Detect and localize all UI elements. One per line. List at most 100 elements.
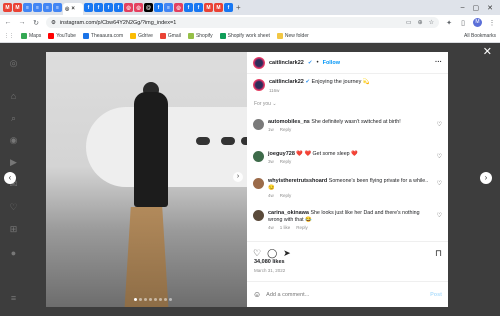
comment-icon[interactable]: ◯ (267, 248, 277, 259)
bookmark-item[interactable]: Shopify work sheet (219, 33, 270, 39)
url-text[interactable]: instagram.com/p/Cbw64Y2N2Gg/?img_index=1 (60, 20, 176, 26)
all-bookmarks-button[interactable]: All Bookmarks (464, 33, 496, 39)
tab-instagram-2[interactable]: ◎ (134, 3, 143, 12)
tab-gmail-3[interactable]: M (204, 3, 213, 12)
bookmark-star-icon[interactable]: ☆ (429, 19, 434, 26)
back-icon[interactable]: ← (4, 19, 12, 26)
comment-like-icon[interactable]: ♡ (437, 212, 442, 219)
create-icon[interactable]: ⊞ (8, 224, 19, 235)
tab-facebook-4[interactable]: f (114, 3, 123, 12)
carousel-dot[interactable] (159, 298, 162, 301)
follow-button[interactable]: Follow (323, 60, 340, 66)
tab-gmail[interactable]: M (3, 3, 12, 12)
carousel-dot[interactable] (164, 298, 167, 301)
author-avatar[interactable] (253, 56, 265, 69)
close-modal-icon[interactable]: ✕ (483, 47, 492, 58)
like-icon[interactable]: ♡ (253, 248, 261, 259)
chevron-down-icon[interactable]: ⌄ (272, 101, 276, 107)
chrome-menu-icon[interactable]: ⋮ (488, 19, 496, 27)
minimize-icon[interactable]: – (461, 4, 465, 12)
bookmark-item[interactable]: YouTube (48, 33, 76, 39)
commenter-username[interactable]: automobiles_ns (268, 119, 310, 125)
bookmark-item[interactable]: Maps (21, 33, 41, 39)
bookmark-label[interactable]: Shopify work sheet (228, 33, 270, 39)
reels-icon[interactable]: ▶ (8, 157, 19, 168)
previous-post-icon[interactable]: ‹ (4, 172, 16, 184)
zoom-icon[interactable]: ⊕ (418, 19, 423, 26)
carousel-dot[interactable] (144, 298, 147, 301)
carousel-dot[interactable] (154, 298, 157, 301)
post-photo[interactable]: › (46, 52, 247, 307)
add-comment-input[interactable] (266, 291, 426, 298)
commenter-username[interactable]: joeguy728 (268, 151, 295, 157)
sidepanel-icon[interactable]: ▯ (459, 19, 467, 27)
address-bar[interactable]: ⚙ instagram.com/p/Cbw64Y2N2Gg/?img_index… (46, 17, 439, 28)
carousel-dot[interactable] (139, 298, 142, 301)
bookmark-item[interactable]: Gmail (159, 33, 181, 39)
share-icon[interactable]: ➤ (283, 248, 291, 259)
reply-button[interactable]: Reply (296, 224, 308, 231)
for-you-filter[interactable]: For you ⌄ (247, 94, 448, 107)
tab-gmail-2[interactable]: M (13, 3, 22, 12)
tab-docs-5[interactable]: ≡ (164, 3, 173, 12)
bookmark-label[interactable]: Shopify (196, 33, 213, 39)
photo-next-icon[interactable]: › (233, 172, 243, 182)
tab-gmail-4[interactable]: M (214, 3, 223, 12)
bookmark-label[interactable]: Gdrive (138, 33, 153, 39)
for-you-label[interactable]: For you (254, 101, 271, 107)
carousel-dot[interactable] (169, 298, 172, 301)
cast-icon[interactable]: ▭ (406, 19, 412, 26)
menu-icon[interactable]: ≡ (8, 293, 19, 304)
tab-facebook-8[interactable]: f (224, 3, 233, 12)
commenter-avatar[interactable] (253, 178, 264, 189)
maximize-icon[interactable]: ▢ (473, 4, 480, 12)
profile-avatar[interactable]: M (473, 18, 482, 27)
tab-instagram[interactable]: ◎ (124, 3, 133, 12)
next-post-icon[interactable]: › (480, 172, 492, 184)
bookmark-item[interactable]: New folder (276, 33, 309, 39)
post-comment-button[interactable]: Post (430, 292, 442, 298)
commenter-avatar[interactable] (253, 151, 264, 162)
apps-grid-icon[interactable]: ⋮⋮ (4, 33, 14, 39)
tab-docs-3[interactable]: ≡ (43, 3, 52, 12)
tab-instagram-3[interactable]: ◎ (174, 3, 183, 12)
commenter-avatar[interactable] (253, 119, 264, 130)
caption-author-avatar[interactable] (253, 79, 265, 91)
tab-docs-2[interactable]: ≡ (33, 3, 42, 12)
tab-facebook[interactable]: f (84, 3, 93, 12)
tab-docs[interactable]: ≡ (23, 3, 32, 12)
reply-button[interactable]: Reply (280, 126, 292, 133)
save-icon[interactable]: ⊓ (435, 248, 442, 259)
reply-button[interactable]: Reply (280, 158, 292, 165)
comment-like-icon[interactable]: ♡ (437, 153, 442, 160)
tab-instagram-active[interactable]: ◎ × (63, 3, 83, 15)
bookmark-item[interactable]: Gdrive (130, 33, 153, 39)
tab-facebook-7[interactable]: f (194, 3, 203, 12)
tab-close-icon[interactable]: × (71, 6, 75, 12)
comment-like-icon[interactable]: ♡ (437, 180, 442, 187)
close-window-icon[interactable]: ✕ (487, 4, 493, 12)
commenter-username[interactable]: whyistheretrutsshoard (268, 178, 327, 184)
instagram-logo-icon[interactable]: ◎ (8, 58, 19, 69)
notifications-icon[interactable]: ♡ (8, 202, 19, 213)
carousel-dot[interactable] (134, 298, 137, 301)
tab-facebook-2[interactable]: f (94, 3, 103, 12)
profile-icon[interactable]: ● (8, 248, 19, 259)
forward-icon[interactable]: → (18, 19, 26, 26)
explore-icon[interactable]: ◉ (8, 135, 19, 146)
bookmark-label[interactable]: Gmail (168, 33, 181, 39)
tab-facebook-5[interactable]: f (154, 3, 163, 12)
bookmark-item[interactable]: Theaaura.com (82, 33, 123, 39)
bookmark-label[interactable]: New folder (285, 33, 309, 39)
bookmark-label[interactable]: Maps (29, 33, 41, 39)
emoji-icon[interactable]: ☺ (253, 290, 261, 299)
new-tab-button[interactable]: + (236, 3, 245, 12)
tab-facebook-3[interactable]: f (104, 3, 113, 12)
tab-threads[interactable]: @ (144, 3, 153, 12)
bookmark-item[interactable]: Shopify (187, 33, 213, 39)
carousel-dot[interactable] (149, 298, 152, 301)
more-icon[interactable]: ··· (435, 59, 442, 66)
caption-username[interactable]: caitlinclark22 (269, 79, 304, 85)
reply-button[interactable]: Reply (280, 192, 292, 199)
commenter-avatar[interactable] (253, 210, 264, 221)
